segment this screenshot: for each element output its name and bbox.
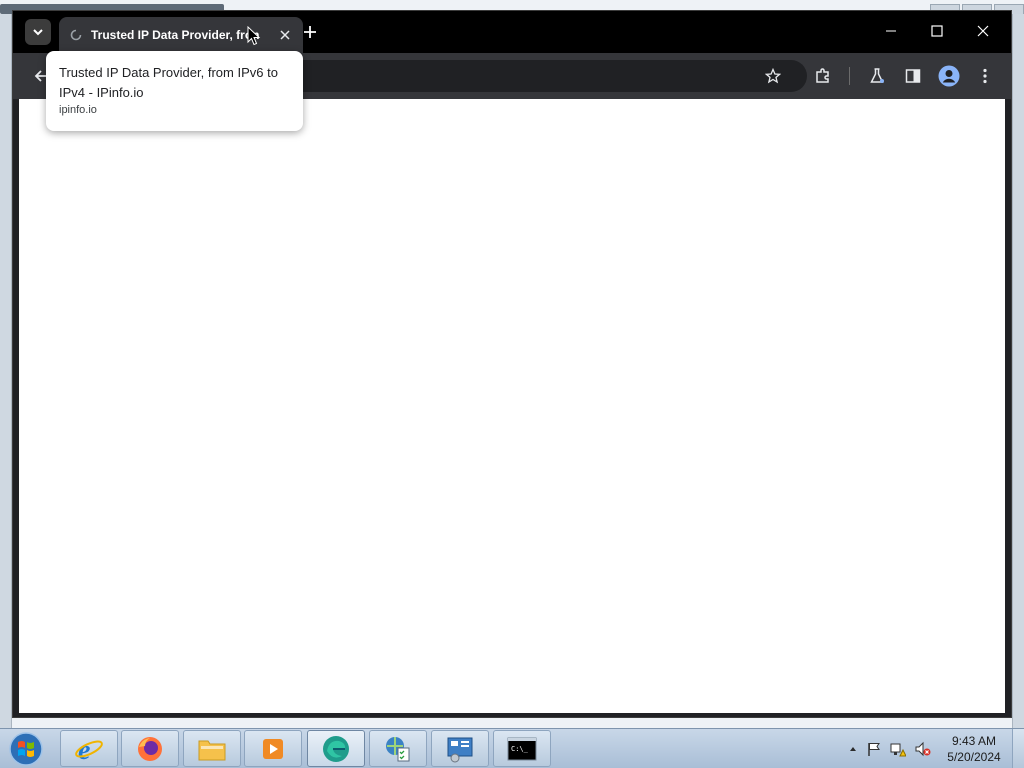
chevron-up-icon [850,747,856,751]
tab-active[interactable]: Trusted IP Data Provider, fron [59,17,303,53]
tab-close-button[interactable] [277,27,293,43]
chevron-down-icon [33,29,43,36]
taskbar-control-panel[interactable] [431,730,489,767]
background-window-edge-right [1012,14,1024,728]
taskbar-media-player[interactable] [244,730,302,767]
tab-title: Trusted IP Data Provider, fron [91,28,259,42]
close-icon [280,30,290,40]
globe-checklist-icon [386,736,410,761]
start-button[interactable] [6,731,46,767]
show-hidden-icons-button[interactable] [845,741,861,757]
background-window-edge-left [0,14,12,728]
menu-button[interactable] [973,64,997,88]
bookmark-star-button[interactable] [763,66,783,86]
taskbar-command-prompt[interactable]: C:\_ [493,730,551,767]
control-panel-icon [447,737,473,762]
star-icon [765,68,781,84]
taskbar-network[interactable] [369,730,427,767]
taskbar-file-explorer[interactable] [183,730,241,767]
flask-icon [870,68,884,83]
browser-titlebar: Trusted IP Data Provider, fron [13,11,1011,53]
new-tab-button[interactable] [299,21,321,43]
puzzle-icon [816,68,829,83]
profile-button[interactable] [937,64,961,88]
taskbar: e C:\_ 9:43 AM 5/20/2024 [0,728,1024,768]
plus-icon [304,26,316,38]
internet-explorer-icon: e [75,735,103,764]
tab-search-button[interactable] [25,19,51,45]
svg-text:C:\_: C:\_ [511,745,529,753]
toolbar-divider [849,67,850,85]
network-warning-icon [890,743,906,757]
loading-favicon-icon [69,28,83,42]
taskbar-edge[interactable] [307,730,365,767]
close-window-button[interactable] [960,11,1006,51]
side-panel-icon [905,69,921,83]
extensions-button[interactable] [811,64,835,88]
flag-icon [868,743,880,756]
kebab-menu-icon [983,68,987,84]
minimize-icon [886,30,896,32]
media-player-icon [263,738,283,759]
account-icon [938,65,960,87]
command-prompt-icon: C:\_ [507,737,537,760]
edge-icon [323,735,349,762]
tab-hover-card: Trusted IP Data Provider, from IPv6 to I… [46,51,303,131]
maximize-icon [931,25,943,37]
action-center-icon[interactable] [866,741,882,757]
hover-card-title: Trusted IP Data Provider, from IPv6 to I… [59,65,278,100]
side-panel-button[interactable] [901,64,925,88]
clock-date: 5/20/2024 [947,750,1001,764]
system-tray: 9:43 AM 5/20/2024 [840,729,1024,768]
mouse-cursor-icon [247,26,261,46]
network-status-icon[interactable] [890,741,906,757]
taskbar-clock[interactable]: 9:43 AM 5/20/2024 [940,733,1008,765]
volume-icon[interactable] [915,741,931,757]
close-icon [977,25,989,37]
taskbar-internet-explorer[interactable]: e [60,730,118,767]
speaker-muted-icon [915,741,931,757]
firefox-icon [138,736,162,761]
taskbar-firefox[interactable] [121,730,179,767]
chrome-labs-button[interactable] [865,64,889,88]
windows-logo-icon [9,732,43,766]
page-content [19,99,1005,713]
minimize-button[interactable] [868,11,914,51]
clock-time: 9:43 AM [951,734,997,748]
maximize-button[interactable] [914,11,960,51]
folder-icon [198,740,226,760]
hover-card-domain: ipinfo.io [59,104,97,116]
show-desktop-button[interactable] [1012,729,1024,768]
